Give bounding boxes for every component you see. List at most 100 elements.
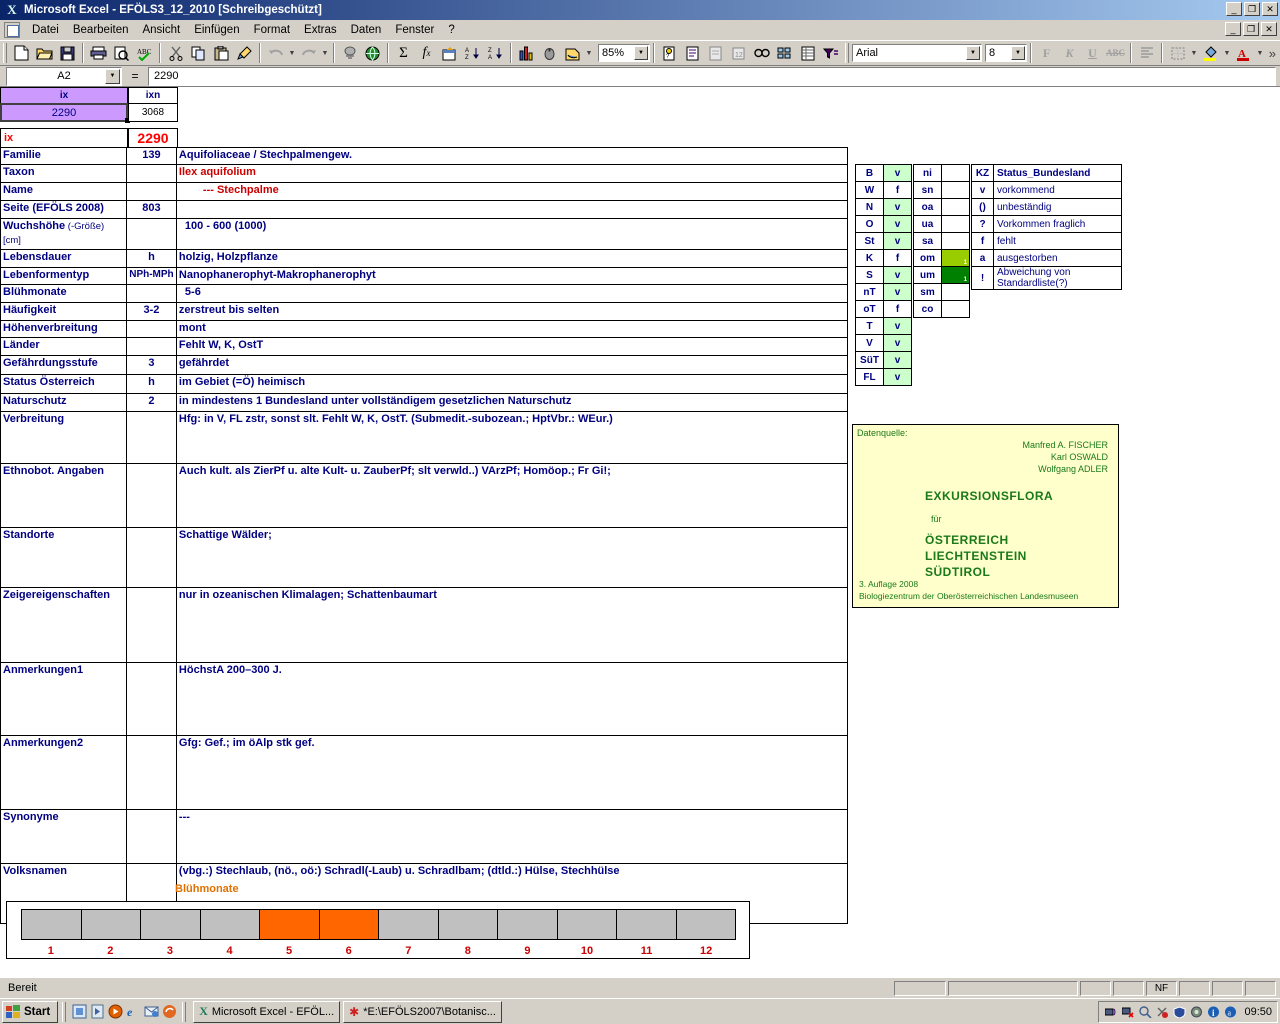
bundesland-status[interactable]: f [883,249,912,267]
show-desktop-icon[interactable] [70,1002,88,1022]
row-code[interactable] [125,283,177,303]
row-code[interactable] [125,808,177,864]
table-row[interactable]: Status Österreich h im Gebiet (=Ö) heimisc… [0,373,849,394]
task-editor[interactable]: ✱ *E:\EFÖLS2007\Botanisc... [343,1000,502,1023]
bundesland-status[interactable]: v [883,334,912,352]
row-code[interactable] [125,319,177,338]
table-row[interactable]: Name --- Stechpalme [0,182,849,201]
row-code[interactable] [125,182,177,201]
row-value[interactable]: HöchstA 200–300 J. [175,661,849,736]
toolbar-overflow-icon[interactable]: » [1269,46,1280,61]
menu-ansicht[interactable]: Ansicht [135,22,187,38]
row-label[interactable]: Ethnobot. Angaben [0,462,127,528]
row-label[interactable]: Anmerkungen2 [0,734,127,810]
internet-explorer-icon[interactable]: e [124,1002,142,1022]
row-value[interactable]: Fehlt W, K, OstT [175,336,849,356]
row-label[interactable]: Wuchshöhe (-Größe) [cm] [0,218,127,250]
row-label[interactable]: Häufigkeit [0,301,127,321]
table-row[interactable]: Familie 139 Aquifoliaceae / Stechpalmengew… [0,147,849,165]
table-row[interactable]: Länder Fehlt W, K, OstT [0,336,849,356]
legend-row[interactable]: co [913,300,970,318]
row-value[interactable]: 100 - 600 (1000) [175,218,849,250]
row-value[interactable]: holzig, Holzpflanze [175,248,849,268]
row-code[interactable] [125,526,177,588]
row-value[interactable]: Nanophanerophyt-Makrophanerophyt [175,266,849,285]
region-status[interactable] [941,232,970,250]
legend-row[interactable]: ni [913,164,970,182]
info-icon[interactable]: i [1206,1005,1220,1019]
bundesland-code[interactable]: W [855,181,884,199]
row-value[interactable]: 5-6 [175,283,849,303]
region-code[interactable]: ni [913,164,942,182]
row-label[interactable]: Lebenformentyp [0,266,127,285]
taskbar-grip[interactable] [182,1001,187,1022]
row-label[interactable]: Familie [0,147,127,165]
row-label[interactable]: Lebensdauer [0,248,127,268]
row-value[interactable] [175,200,849,219]
underline-button[interactable]: U [1081,42,1104,64]
close-button[interactable]: ✕ [1262,2,1278,16]
sort-ascending-icon[interactable]: AZ [461,42,484,64]
table-row[interactable]: Anmerkungen2 Gfg: Gef.; im öAlp stk gef. [0,734,849,810]
row-value[interactable]: nur in ozeanischen Klimalagen; Schattenb… [175,586,849,663]
table-row[interactable]: Lebensdauer h holzig, Holzpflanze [0,248,849,268]
row-label[interactable]: Name [0,182,127,201]
legend-row[interactable]: Sv [855,266,912,284]
row-value[interactable]: im Gebiet (=Ö) heimisch [175,373,849,394]
row-value[interactable]: Hfg: in V, FL zstr, sonst slt. Fehlt W, … [175,410,849,464]
row-code[interactable]: 139 [125,147,177,165]
status-code[interactable]: ? [971,215,994,233]
autosum-icon[interactable]: Σ [392,42,415,64]
menu-daten[interactable]: Daten [344,22,389,38]
region-status[interactable] [941,181,970,199]
ixn-value-cell[interactable]: 3068 [128,103,178,122]
menu-extras[interactable]: Extras [297,22,344,38]
region-status[interactable] [941,164,970,182]
redo-icon[interactable] [297,42,320,64]
row-value[interactable]: Auch kult. als ZierPf u. alte Kult- u. Z… [175,462,849,528]
redo-dropdown-icon[interactable]: ▼ [320,42,330,64]
print-preview-icon[interactable] [110,42,133,64]
restore-button[interactable]: ❐ [1244,2,1260,16]
row-value[interactable]: zerstreut bis selten [175,301,849,321]
row-label[interactable]: Gefährdungsstufe [0,354,127,375]
table-row[interactable]: Höhenverbreitung mont [0,319,849,338]
drawing-icon[interactable] [538,42,561,64]
bundesland-status[interactable]: v [883,351,912,369]
report-icon[interactable] [796,42,819,64]
bundesland-status[interactable]: f [883,181,912,199]
toolbar-more-icon[interactable]: ▼ [584,42,594,64]
outlook-express-icon[interactable] [142,1002,160,1022]
copy-icon[interactable] [187,42,210,64]
paste-icon[interactable] [210,42,233,64]
bundesland-code[interactable]: nT [855,283,884,301]
save-icon[interactable] [56,42,79,64]
row-label[interactable]: Naturschutz [0,392,127,412]
map-icon[interactable] [561,42,584,64]
legend-row[interactable]: FL v [855,368,912,386]
legend-row[interactable]: sm [913,283,970,301]
bundesland-code[interactable]: B [855,164,884,182]
row-value[interactable]: gefährdet [175,354,849,375]
bold-button[interactable]: F [1035,42,1058,64]
table-row[interactable]: Standorte Schattige Wälder; [0,526,849,588]
bundesland-status[interactable]: f [883,300,912,318]
status-code[interactable]: ! [971,266,994,290]
legend-row[interactable]: f fehlt [971,232,1122,250]
row-label[interactable]: Verbreitung [0,410,127,464]
row-label[interactable]: Synonyme [0,808,127,864]
region-status[interactable] [941,198,970,216]
spellcheck-icon[interactable]: ABC [133,42,156,64]
group-icon[interactable] [773,42,796,64]
legend-row[interactable]: Vv [855,334,912,352]
table-row[interactable]: Gefährdungsstufe 3 gefährdet [0,354,849,375]
menu-einfuegen[interactable]: Einfügen [187,22,246,38]
status-description[interactable]: Vorkommen fraglich [993,215,1122,233]
start-button[interactable]: Start [2,1000,59,1023]
spreadsheet-canvas[interactable]: ix ixn 2290 3068 ix 2290 Familie 139 Aquif… [0,87,1280,977]
bundesland-status[interactable]: v [883,266,912,284]
undo-icon[interactable] [264,42,287,64]
bundesland-code[interactable]: oT [855,300,884,318]
align-button[interactable] [1135,42,1158,64]
network-error-icon[interactable] [1121,1005,1135,1019]
